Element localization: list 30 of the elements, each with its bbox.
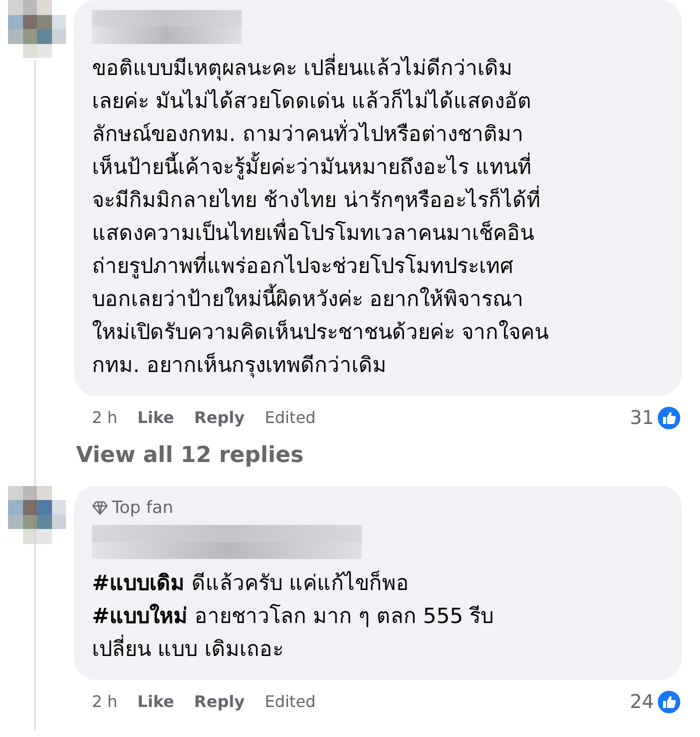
edited-label: Edited (264, 407, 316, 430)
comment-text: แสดงความเป็นไทยเพื่อโปรโมทเวลาคนมาเช็คอิน (92, 217, 664, 250)
edited-label: Edited (264, 691, 316, 714)
comment-text: #แบบใหม่ อายชาวโลก มาก ๆ ตลก 555 รีบ (92, 602, 495, 630)
like-link[interactable]: Like (137, 406, 174, 430)
comment-text: เลยค่ะ มันไม่ได้สวยโดดเด่น แล้วก็ไม่ได้แสดงอัต (92, 88, 532, 115)
like-link[interactable]: Like (137, 690, 174, 714)
comment-time[interactable]: 2 h (92, 690, 118, 714)
view-replies-link[interactable]: View all 12 replies (76, 438, 700, 472)
comment-text: ถ่ายรูปภาพที่แพร่ออกไปจะช่วยโปรโมทประเทศ (92, 250, 664, 283)
diamond-icon (92, 501, 108, 516)
comment-text: เปลี่ยน แบบ เดิมเถอะ (92, 633, 664, 666)
like-reaction-icon (656, 689, 682, 716)
comment-text: ขอติแบบมีเหตุผลนะคะ เปลี่ยนแล้วไม่ดีกว่าเดิม (92, 52, 664, 85)
comment-time[interactable]: 2 h (92, 406, 118, 430)
reply-link[interactable]: Reply (194, 690, 245, 714)
avatar[interactable] (8, 486, 66, 544)
avatar[interactable] (8, 0, 66, 58)
reply-link[interactable]: Reply (194, 406, 245, 430)
comment-text: จะมีกิมมิกลายไทย ช้างไทย น่ารักๆหรืออะไรก็ได้ที่ (92, 184, 664, 217)
top-fan-label: Top fan (112, 496, 174, 520)
comment-text: ใหม่เปิดรับความคิดเห็นประชาชนด้วยค่ะ จากใจคน (92, 318, 550, 346)
reaction-count: 31 (630, 406, 654, 431)
reaction-count: 24 (630, 690, 654, 715)
like-reaction-icon (656, 405, 682, 432)
comment-text: บอกเลยว่าป้ายใหม่นี้ผิดหวังค่ะ อยากให้พิจารณา (92, 283, 664, 316)
comment-text: กทม. อยากเห็นกรุงเทพดีกว่าเดิม (92, 352, 388, 380)
comment-text: เห็นป้ายนี้เค้าจะรู้มั้ยค่ะว่ามันหมายถึงอะไร แทนที่ (92, 151, 664, 184)
comment-text: ลักษณ์ของกทม. ถามว่าคนทั่วไปหรือต่างชาติมา (92, 118, 664, 151)
comment-text: #แบบเดิม ดีแล้วครับ แค่แก้ไขก็พอ (92, 570, 410, 597)
